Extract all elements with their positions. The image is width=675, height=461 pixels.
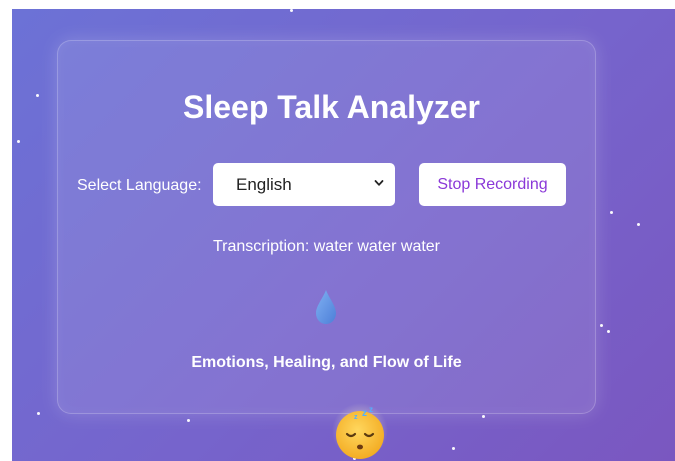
star	[607, 330, 610, 333]
star	[610, 211, 613, 214]
star	[187, 419, 190, 422]
app-background: Sleep Talk Analyzer Select Language: Eng…	[12, 9, 675, 461]
chevron-down-icon	[374, 180, 384, 186]
star	[290, 9, 293, 12]
page-title: Sleep Talk Analyzer	[182, 89, 480, 125]
transcription-text: Transcription: water water water	[212, 238, 441, 255]
star	[37, 412, 40, 415]
sleeping-face-icon: z z z	[332, 403, 388, 459]
language-select[interactable]: English	[213, 163, 395, 206]
stop-recording-button[interactable]: Stop Recording	[419, 163, 566, 206]
star	[452, 447, 455, 450]
star	[637, 223, 640, 226]
language-label: Select Language:	[77, 177, 202, 194]
star	[482, 415, 485, 418]
water-drop-icon	[316, 290, 336, 324]
star	[17, 140, 20, 143]
star	[600, 324, 603, 327]
emotion-caption: Emotions, Healing, and Flow of Life	[191, 354, 462, 371]
language-select-value: English	[236, 174, 292, 194]
svg-text:z: z	[369, 405, 373, 414]
svg-text:z: z	[354, 414, 358, 421]
svg-text:z: z	[362, 408, 367, 419]
